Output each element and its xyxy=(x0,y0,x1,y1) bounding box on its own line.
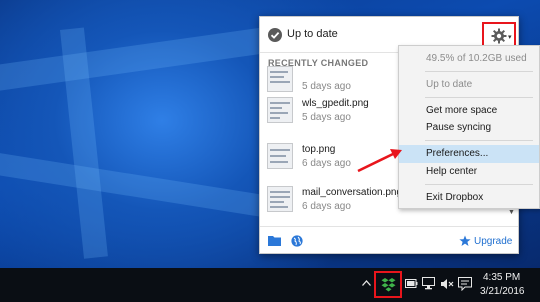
annotation-arrow-icon xyxy=(357,149,402,173)
file-age: 6 days ago xyxy=(302,158,351,169)
menu-item-preferences[interactable]: Preferences... xyxy=(399,145,539,163)
file-thumbnail xyxy=(267,143,293,169)
chevron-down-icon: ▾ xyxy=(508,34,512,41)
globe-icon[interactable] xyxy=(291,235,303,247)
file-thumbnail xyxy=(267,66,293,92)
menu-item-help-center[interactable]: Help center xyxy=(399,163,539,181)
file-thumbnail xyxy=(267,186,293,212)
file-age: 5 days ago xyxy=(302,81,351,92)
network-icon[interactable] xyxy=(422,277,438,291)
desktop-background: Up to date ▾ RECENTLY CHANGED 5 days ago… xyxy=(0,0,540,268)
settings-menu: 49.5% of 10.2GB used Up to date Get more… xyxy=(398,45,540,209)
menu-item-usage: 49.5% of 10.2GB used xyxy=(426,53,527,64)
menu-item-status: Up to date xyxy=(426,79,473,90)
gear-icon xyxy=(491,28,507,44)
menu-divider xyxy=(425,184,533,185)
file-name: mail_conversation.png xyxy=(302,187,403,198)
clock-date[interactable]: 3/21/2016 xyxy=(480,286,525,297)
menu-divider xyxy=(425,97,533,98)
popup-footer: Upgrade xyxy=(260,226,518,254)
folder-icon[interactable] xyxy=(268,235,281,246)
menu-divider xyxy=(425,71,533,72)
star-icon xyxy=(459,235,471,246)
file-age: 6 days ago xyxy=(302,201,351,212)
menu-item-pause-syncing[interactable]: Pause syncing xyxy=(399,119,539,137)
check-icon xyxy=(268,28,282,42)
menu-item-exit-dropbox[interactable]: Exit Dropbox xyxy=(399,189,539,207)
menu-divider xyxy=(425,140,533,141)
chevron-up-icon[interactable] xyxy=(362,280,371,286)
file-name: top.png xyxy=(302,144,336,155)
file-age: 5 days ago xyxy=(302,112,351,123)
taskbar: 4:35 PM 3/21/2016 xyxy=(0,268,540,302)
volume-mute-icon[interactable] xyxy=(440,277,454,291)
battery-icon[interactable] xyxy=(405,279,418,288)
scroll-down-icon[interactable]: ▼ xyxy=(508,209,515,216)
upgrade-label: Upgrade xyxy=(474,236,513,247)
notification-icon[interactable] xyxy=(458,277,472,291)
menu-item-get-more-space[interactable]: Get more space xyxy=(399,102,539,120)
sync-status: Up to date xyxy=(287,28,338,40)
clock-time[interactable]: 4:35 PM xyxy=(483,272,520,283)
dropbox-tray-button[interactable] xyxy=(374,271,402,298)
dropbox-icon xyxy=(381,278,396,292)
file-name: wls_gpedit.png xyxy=(302,98,369,109)
file-thumbnail xyxy=(267,97,293,123)
